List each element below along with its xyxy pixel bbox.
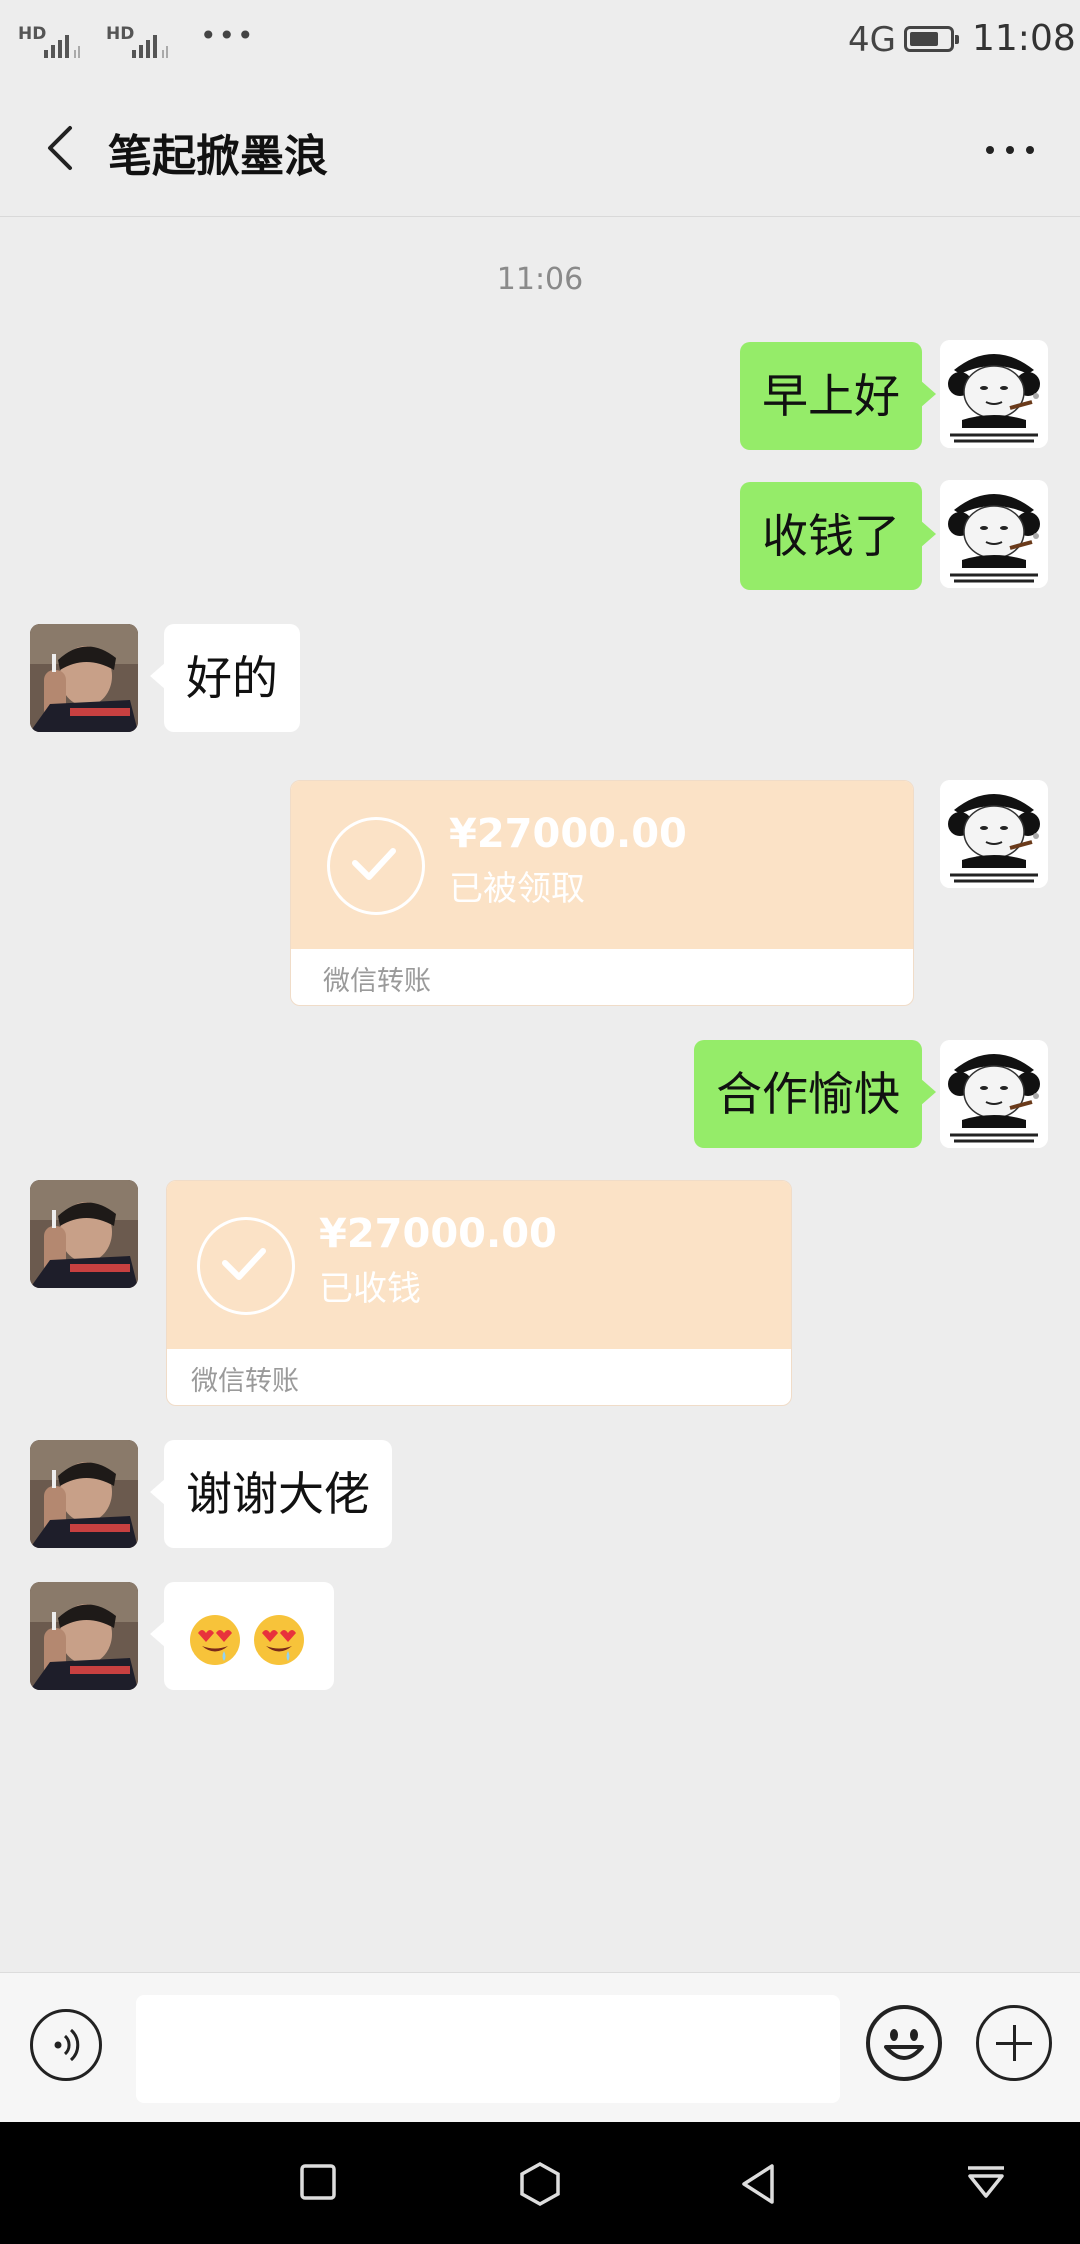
contact-photo-icon: [30, 1440, 138, 1548]
message-bubble-sent[interactable]: 早上好: [740, 342, 936, 450]
recent-apps-button[interactable]: [296, 2160, 340, 2204]
message-bubble-received[interactable]: [150, 1582, 334, 1690]
message-bubble-sent[interactable]: 收钱了: [740, 482, 936, 590]
message-text-input[interactable]: [136, 1995, 840, 2103]
more-notifications-icon: •••: [200, 19, 256, 52]
transfer-status: 已收钱: [319, 1269, 421, 1309]
home-button[interactable]: [516, 2160, 564, 2208]
transfer-amount: ¥27000.00: [449, 811, 687, 857]
contact-avatar[interactable]: [30, 624, 138, 732]
message-bubble-received[interactable]: 谢谢大佬: [150, 1440, 392, 1548]
transfer-amount: ¥27000.00: [319, 1211, 557, 1257]
system-navigation-bar: [0, 2122, 1080, 2244]
transfer-card-sent[interactable]: ¥27000.00 已被领取 微信转账: [290, 780, 914, 1006]
more-functions-button[interactable]: [976, 2005, 1052, 2081]
square-icon: [300, 2164, 336, 2200]
heart-eyes-drool-emoji-icon: [254, 1614, 304, 1665]
panda-meme-avatar-icon: [940, 780, 1048, 888]
status-bar: HD HD ••• 4G 11:08: [18, 18, 1076, 60]
message-bubble-sent[interactable]: 合作愉快: [694, 1040, 936, 1148]
notification-panel-button[interactable]: [962, 2160, 1010, 2204]
network-type: 4G: [848, 20, 896, 60]
voice-button[interactable]: [30, 2009, 102, 2081]
smiley-icon: [884, 2029, 924, 2060]
my-avatar[interactable]: [940, 340, 1048, 448]
message-input-bar: [0, 1972, 1080, 2123]
contact-avatar[interactable]: [30, 1440, 138, 1548]
my-avatar[interactable]: [940, 480, 1048, 588]
checkmark-circle-icon: [327, 817, 425, 915]
chat-header: 笔起掀墨浪: [0, 80, 1080, 217]
contact-photo-icon: [30, 1180, 138, 1288]
transfer-label: 微信转账: [323, 966, 431, 997]
my-avatar[interactable]: [940, 1040, 1048, 1148]
chevron-left-icon: [48, 126, 72, 170]
status-time: 11:08: [972, 18, 1076, 59]
panda-meme-avatar-icon: [940, 480, 1048, 588]
battery-icon: [904, 26, 959, 52]
back-triangle-icon: [742, 2164, 774, 2204]
message-bubble-received[interactable]: 好的: [150, 624, 300, 732]
contact-avatar[interactable]: [30, 1582, 138, 1690]
panda-meme-avatar-icon: [940, 340, 1048, 448]
transfer-card-received[interactable]: ¥27000.00 已收钱 微信转账: [166, 1180, 792, 1406]
my-avatar[interactable]: [940, 780, 1048, 888]
heart-eyes-drool-emoji-icon: [190, 1614, 240, 1665]
transfer-label: 微信转账: [191, 1366, 299, 1397]
voice-icon: [54, 2028, 80, 2062]
back-nav-button[interactable]: [736, 2160, 780, 2208]
notification-down-icon: [968, 2166, 1004, 2198]
checkmark-circle-icon: [197, 1217, 295, 1315]
chat-title: 笔起掀墨浪: [108, 131, 328, 182]
panda-meme-avatar-icon: [940, 1040, 1048, 1148]
home-hexagon-icon: [520, 2161, 560, 2207]
transfer-status: 已被领取: [449, 869, 585, 909]
contact-photo-icon: [30, 1582, 138, 1690]
message-timestamp: 11:06: [496, 262, 584, 297]
contact-avatar[interactable]: [30, 1180, 138, 1288]
emoji-button[interactable]: [866, 2005, 942, 2081]
back-button[interactable]: [36, 120, 92, 176]
contact-photo-icon: [30, 624, 138, 732]
more-options-button[interactable]: [972, 128, 1052, 168]
